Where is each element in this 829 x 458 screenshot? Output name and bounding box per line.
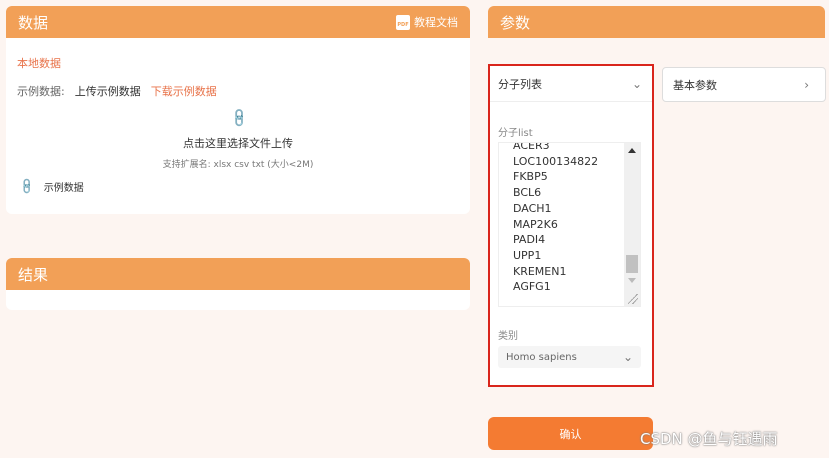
pdf-icon: PDF xyxy=(396,14,410,30)
params-panel-header: 参数 xyxy=(488,6,825,38)
confirm-button[interactable]: 确认 xyxy=(488,417,653,450)
molecule-list-item: UPP1 xyxy=(513,248,542,262)
result-panel-header: 结果 xyxy=(6,258,470,290)
resize-handle-icon[interactable] xyxy=(628,294,638,304)
download-example-link[interactable]: 下载示例数据 xyxy=(151,83,217,99)
chevron-right-icon: › xyxy=(804,77,809,92)
basic-params-label: 基本参数 xyxy=(673,78,717,92)
result-panel: 结果 xyxy=(6,258,470,310)
molecule-list-item: MAP2K6 xyxy=(513,217,558,231)
tutorial-doc-link[interactable]: PDF 教程文档 xyxy=(396,14,458,30)
molecule-list-textarea[interactable]: ACER3 LOC100134822 FKBP5 BCL6 DACH1 MAP2K6 PAD… xyxy=(498,142,641,307)
link-icon[interactable]: 🔗 xyxy=(229,107,251,129)
molecule-list-items: ACER3 LOC100134822 FKBP5 BCL6 DACH1 MAP2K6 PAD… xyxy=(513,142,599,295)
data-panel-header: 数据 PDF 教程文档 xyxy=(6,6,470,38)
molecule-list-label: 分子list xyxy=(498,128,533,139)
watermark: CSDN @鱼与钰遇雨 xyxy=(640,430,778,448)
result-panel-title: 结果 xyxy=(18,265,49,284)
molecule-list-item: FKBP5 xyxy=(513,170,548,184)
scroll-down-icon[interactable] xyxy=(628,278,636,283)
local-data-tab[interactable]: 本地数据 xyxy=(17,55,61,71)
upload-example-link[interactable]: 上传示例数据 xyxy=(75,83,141,99)
molecule-list-item: AGFG1 xyxy=(513,280,551,294)
molecule-list-tab[interactable]: 分子列表 ⌄ xyxy=(490,66,652,102)
molecule-list-item: LOC100134822 xyxy=(513,154,599,168)
molecule-list-tab-label: 分子列表 xyxy=(498,77,542,91)
params-panel-title: 参数 xyxy=(500,13,531,32)
data-panel: 数据 PDF 教程文档 本地数据 示例数据: 上传示例数据 下载示例数据 🔗 点… xyxy=(6,6,470,214)
example-data-row: 示例数据: 上传示例数据 下载示例数据 xyxy=(17,83,217,99)
scroll-thumb[interactable] xyxy=(626,255,638,273)
chevron-down-icon: ⌄ xyxy=(631,76,642,91)
sample-file-item[interactable]: 🔗 示例数据 xyxy=(17,177,84,196)
attachment-icon: 🔗 xyxy=(17,177,37,196)
basic-params-tab[interactable]: 基本参数 › xyxy=(662,67,826,102)
species-select[interactable]: Homo sapiens ⌄ xyxy=(498,346,641,368)
list-scrollbar[interactable] xyxy=(624,143,640,306)
sample-file-label: 示例数据 xyxy=(43,183,84,194)
molecule-list-section: 分子列表 ⌄ 分子list ACER3 LOC100134822 FKBP5 BCL6… xyxy=(488,64,654,387)
species-select-value: Homo sapiens xyxy=(506,351,577,363)
molecule-list-item: BCL6 xyxy=(513,186,542,200)
molecule-list-item: PADI4 xyxy=(513,233,546,247)
data-panel-title: 数据 xyxy=(18,13,49,32)
upload-hint: 支持扩展名: xlsx csv txt (大小<2M) xyxy=(162,160,314,170)
scroll-up-icon[interactable] xyxy=(628,148,636,153)
upload-area-text[interactable]: 点击这里选择文件上传 xyxy=(6,135,470,151)
molecule-list-item: DACH1 xyxy=(513,201,552,215)
molecule-list-item: ACER3 xyxy=(513,142,550,152)
molecule-list-item: KREMEN1 xyxy=(513,264,567,278)
tutorial-doc-label: 教程文档 xyxy=(414,16,458,29)
chevron-down-icon: ⌄ xyxy=(622,350,633,364)
species-label: 类别 xyxy=(498,331,518,342)
example-data-label: 示例数据: xyxy=(17,85,65,98)
